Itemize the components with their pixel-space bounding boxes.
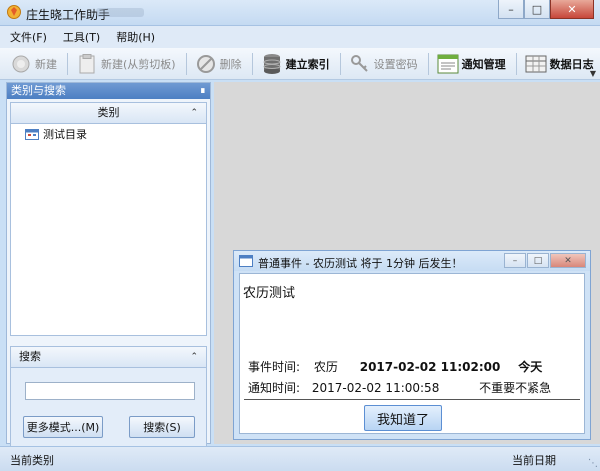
category-tree: 测试目录 (10, 124, 207, 336)
dialog-maximize-button[interactable]: □ (527, 253, 549, 268)
collapse-chevron-icon[interactable]: ⌃ (190, 103, 198, 123)
dialog-window-controls: – □ ✕ (503, 253, 586, 268)
toolbar: 新建 新建(从剪切板) 删除 建立索引 设置密码 通知管理 数据日志 ▼ (0, 48, 600, 80)
toolbar-separator (67, 52, 68, 75)
menu-file[interactable]: 文件(F) (10, 29, 47, 45)
notification-dialog: 普通事件 - 农历测试 将于 1分钟 后发生！ – □ ✕ 农历测试 事件时间:… (233, 250, 591, 440)
collapse-chevron-icon[interactable]: ⌃ (190, 347, 198, 367)
search-section: 更多模式...(M) 搜索(S) (10, 368, 207, 450)
window-icon (239, 255, 253, 267)
divider (244, 399, 580, 400)
dialog-minimize-button[interactable]: – (504, 253, 526, 268)
acknowledge-button[interactable]: 我知道了 (364, 405, 442, 431)
menu-tools[interactable]: 工具(T) (63, 29, 100, 45)
category-search-panel: 类别与搜索 ∎ 类别 ⌃ 测试目录 搜索 ⌃ 更多模式...(M) 搜索(S) (6, 82, 211, 450)
delete-icon (195, 53, 217, 75)
search-group-header[interactable]: 搜索 ⌃ (10, 346, 207, 368)
key-icon (349, 53, 371, 75)
notify-time-row: 通知时间: 2017-02-02 11:00:58 不重要不紧急 (248, 379, 551, 396)
notify-datetime: 2017-02-02 11:00:58 (311, 381, 440, 395)
tree-item-test-folder[interactable]: 测试目录 (15, 126, 202, 142)
status-bar: 当前类别 当前日期 ⋱ (0, 446, 600, 471)
menu-help[interactable]: 帮助(H) (116, 29, 155, 45)
toolbar-separator (251, 52, 253, 75)
notification-list-icon (437, 53, 459, 75)
current-date-status: 当前日期 (512, 454, 556, 467)
toolbar-separator (339, 52, 341, 75)
notification-management-button[interactable]: 通知管理 (433, 51, 510, 77)
calendar-type: 农历 (313, 360, 338, 374)
new-from-clipboard-button[interactable]: 新建(从剪切板) (72, 51, 180, 77)
title-bar: 庄生晓工作助手 – □ ✕ (0, 0, 600, 26)
app-logo-icon (7, 5, 21, 19)
clipboard-icon (76, 53, 98, 75)
search-button[interactable]: 搜索(S) (129, 416, 195, 438)
category-group-header[interactable]: 类别 ⌃ (10, 102, 207, 124)
current-category-status: 当前类别 (10, 454, 54, 467)
event-subject: 农历测试 (243, 286, 296, 301)
toolbar-overflow-icon[interactable]: ▼ (590, 69, 596, 78)
set-password-button[interactable]: 设置密码 (345, 51, 422, 77)
calendar-folder-icon (25, 129, 39, 140)
more-modes-button[interactable]: 更多模式...(M) (23, 416, 103, 438)
toolbar-separator (427, 52, 429, 75)
new-button[interactable]: 新建 (6, 51, 61, 77)
delete-button[interactable]: 删除 (191, 51, 246, 77)
event-time-label: 事件时间: (248, 360, 301, 374)
priority-label: 不重要不紧急 (479, 381, 552, 395)
event-day: 今天 (518, 360, 543, 374)
window-controls: – □ ✕ (498, 0, 594, 20)
dialog-body: 农历测试 事件时间: 农历 2017-02-02 11:02:00 今天 通知时… (239, 273, 585, 434)
event-time-row: 事件时间: 农历 2017-02-02 11:02:00 今天 (248, 358, 542, 375)
toolbar-separator (185, 52, 187, 75)
dialog-title-bar: 普通事件 - 农历测试 将于 1分钟 后发生！ – □ ✕ (234, 251, 590, 271)
event-datetime: 2017-02-02 11:02:00 (359, 360, 501, 374)
notify-time-label: 通知时间: (248, 381, 301, 395)
panel-header: 类别与搜索 ∎ (7, 83, 210, 99)
new-icon (10, 53, 32, 75)
search-input[interactable] (25, 382, 195, 400)
tree-item-label: 测试目录 (43, 128, 87, 141)
build-index-button[interactable]: 建立索引 (257, 51, 334, 77)
menu-bar: 文件(F) 工具(T) 帮助(H) (0, 26, 600, 48)
database-icon (261, 53, 283, 75)
dialog-title: 普通事件 - 农历测试 将于 1分钟 后发生！ (258, 257, 463, 270)
title-redacted (96, 8, 144, 17)
pin-icon[interactable]: ∎ (200, 83, 206, 99)
toolbar-separator (515, 52, 517, 75)
data-log-button[interactable]: 数据日志 (521, 51, 598, 77)
close-button[interactable]: ✕ (550, 0, 594, 19)
dialog-close-button[interactable]: ✕ (550, 253, 586, 268)
data-log-icon (525, 53, 547, 75)
maximize-button[interactable]: □ (524, 0, 550, 19)
resize-grip-icon[interactable]: ⋱ (588, 458, 598, 469)
minimize-button[interactable]: – (498, 0, 524, 19)
